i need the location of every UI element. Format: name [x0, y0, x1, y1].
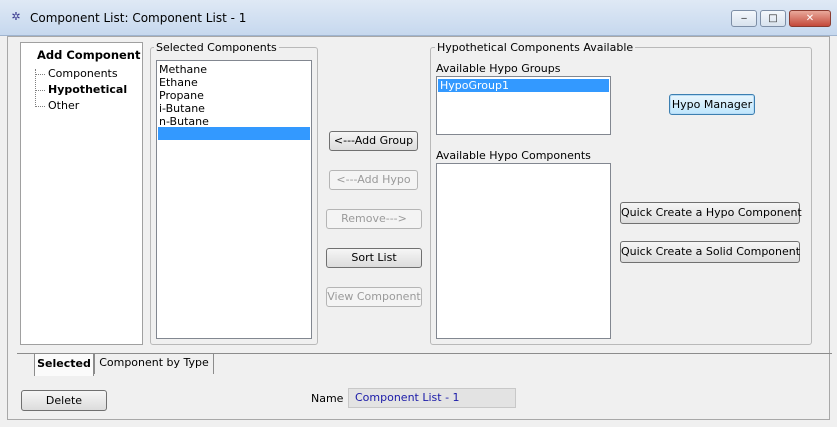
title-bar[interactable]: ✲ Component List: Component List - 1 ‒ □… [0, 0, 837, 36]
tree-branch [35, 106, 45, 107]
hypo-manager-button[interactable]: Hypo Manager [669, 94, 755, 115]
hypo-components-label: Available Hypo Components [436, 149, 591, 162]
list-item[interactable]: Ethane [159, 76, 198, 89]
tree-branch [35, 90, 45, 91]
minimize-button[interactable]: ‒ [731, 10, 757, 27]
hypo-group-item-selected[interactable]: HypoGroup1 [438, 79, 609, 92]
tab-selected[interactable]: Selected [34, 354, 94, 376]
tree-item-components[interactable]: Components [48, 67, 118, 80]
name-field[interactable]: Component List - 1 [348, 388, 516, 408]
add-component-heading: Add Component [37, 48, 141, 62]
quick-create-solid-button[interactable]: Quick Create a Solid Component [620, 241, 800, 263]
tree-item-hypothetical[interactable]: Hypothetical [48, 83, 127, 96]
list-item[interactable]: i-Butane [159, 102, 205, 115]
hypo-components-list[interactable] [436, 163, 611, 339]
list-item-selected[interactable] [158, 127, 310, 140]
list-item[interactable]: Methane [159, 63, 207, 76]
tree-branch [35, 74, 45, 75]
sort-list-button[interactable]: Sort List [326, 248, 422, 268]
delete-button[interactable]: Delete [21, 390, 107, 411]
add-group-button[interactable]: <---Add Group [329, 131, 418, 151]
selected-components-list[interactable]: Methane Ethane Propane i-Butane n-Butane [156, 60, 312, 339]
hypo-groups-label: Available Hypo Groups [436, 62, 561, 75]
maximize-button[interactable]: □ [760, 10, 786, 27]
app-icon: ✲ [11, 10, 21, 23]
tree-item-other[interactable]: Other [48, 99, 79, 112]
quick-create-hypo-button[interactable]: Quick Create a Hypo Component [620, 202, 802, 224]
add-hypo-button[interactable]: <---Add Hypo [329, 170, 418, 190]
hypo-groups-list[interactable]: HypoGroup1 [436, 76, 611, 135]
name-label: Name [311, 392, 344, 405]
add-component-panel: Add Component Components Hypothetical Ot… [20, 42, 143, 345]
window-title: Component List: Component List - 1 [30, 11, 247, 25]
hypothetical-components-label: Hypothetical Components Available [435, 41, 636, 54]
list-item[interactable]: Propane [159, 89, 204, 102]
close-button[interactable]: ✕ [789, 10, 831, 27]
tab-component-by-type[interactable]: Component by Type [94, 354, 214, 374]
selected-components-label: Selected Components [154, 41, 279, 54]
view-component-button[interactable]: View Component [326, 287, 422, 307]
remove-button[interactable]: Remove---> [326, 209, 422, 229]
